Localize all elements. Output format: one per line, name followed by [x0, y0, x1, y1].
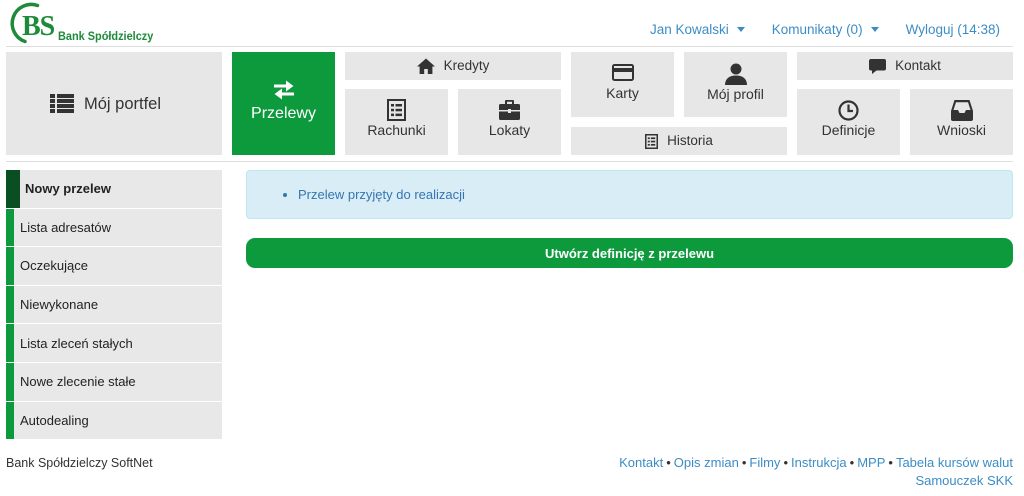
caret-down-icon: [870, 26, 879, 32]
nav-tile-definicje[interactable]: Definicje: [797, 89, 900, 155]
home-icon: [416, 58, 435, 74]
footer-links: Kontakt • Opis zmian • Filmy • Instrukcja • MPP •…: [619, 454, 1013, 490]
nav-tile-moj-portfel[interactable]: Mój portfel: [6, 52, 222, 155]
sidebar-item-marker: [6, 208, 14, 247]
nav-tile-label: Historia: [667, 133, 713, 148]
footer-links-line: Samouczek SKK: [619, 472, 1013, 490]
sidebar-item-nowy-przelew[interactable]: Nowy przelew: [6, 170, 222, 208]
footer-link-opis-zmian[interactable]: Opis zmian: [674, 455, 739, 470]
footer-link-tabela-kursow-walut[interactable]: Tabela kursów walut: [896, 455, 1013, 470]
nav-tile-moj-profil[interactable]: Mój profil: [684, 52, 787, 117]
nav-tile-label: Kredyty: [443, 58, 490, 73]
sidebar-item-marker: [6, 401, 14, 440]
nav-tile-label: Definicje: [821, 121, 876, 138]
user-icon: [724, 63, 747, 85]
sidebar-item-oczekujace[interactable]: Oczekujące: [6, 247, 222, 285]
sidebar-item-label: Lista adresatów: [20, 219, 112, 235]
inbox-icon: [950, 99, 973, 121]
comment-icon: [869, 58, 887, 74]
sidebar-item-label: Oczekujące: [20, 258, 88, 274]
footer-link-instrukcja[interactable]: Instrukcja: [791, 455, 847, 470]
nav-tile-historia[interactable]: Historia: [571, 127, 787, 155]
header-divider: [6, 46, 1013, 47]
footer-links-line: Kontakt • Opis zmian • Filmy • Instrukcja • MPP •…: [619, 454, 1013, 472]
nav-divider: [6, 161, 1013, 162]
footer-separator: •: [849, 455, 855, 470]
sidebar-item-niewykonane[interactable]: Niewykonane: [6, 285, 222, 324]
footer-link-mpp[interactable]: MPP: [857, 455, 885, 470]
nav-tile-kontakt[interactable]: Kontakt: [797, 52, 1013, 80]
sidebar-item-label: Nowy przelew: [25, 181, 111, 197]
list-alt-icon: [645, 133, 659, 149]
footer-separator: •: [888, 455, 893, 470]
nav-tile-kredyty[interactable]: Kredyty: [345, 52, 561, 80]
sidebar-item-label: Autodealing: [20, 412, 89, 428]
top-menu: Jan Kowalski Komunikaty (0) Wyloguj (14:…: [650, 20, 1000, 38]
sidebar-item-lista-zlecen-stalych[interactable]: Lista zleceń stałych: [6, 324, 222, 362]
sidebar-item-nowe-zlecenie-stale[interactable]: Nowe zlecenie stałe: [6, 362, 222, 401]
list-icon: [50, 94, 74, 113]
footer-link-samouczek-skk[interactable]: Samouczek SKK: [915, 473, 1013, 488]
nav-tile-label: Rachunki: [367, 122, 426, 138]
user-name: Jan Kowalski: [649, 21, 729, 37]
sidebar-item-autodealing[interactable]: Autodealing: [6, 401, 222, 440]
sidebar-item-marker: [6, 362, 14, 401]
nav-tile-label: Lokaty: [488, 121, 531, 138]
logout-link[interactable]: Wyloguj (14:38): [906, 22, 1000, 37]
nav-tile-label: Karty: [606, 84, 639, 101]
messages-label: Komunikaty (0): [771, 21, 863, 37]
footer-separator: •: [741, 455, 747, 470]
nav-tile-karty[interactable]: Karty: [571, 52, 674, 117]
footer-separator: •: [666, 455, 671, 470]
nav-tile-wnioski[interactable]: Wnioski: [910, 89, 1013, 155]
nav-tile-label: Mój portfel: [84, 94, 162, 113]
sidebar-item-label: Nowe zlecenie stałe: [20, 374, 136, 390]
nav-tile-label: Mój profil: [707, 85, 764, 102]
sidebar-item-marker: [6, 285, 14, 324]
sidebar-item-label: Niewykonane: [20, 297, 99, 313]
bank-logo[interactable]: BS Bank Spółdzielczy: [6, 0, 158, 46]
create-definition-button[interactable]: Utwórz definicję z przelewu: [246, 238, 1013, 268]
nav-tile-label: Wnioski: [936, 121, 986, 138]
footer-brand: Bank Spółdzielczy SoftNet: [6, 456, 153, 470]
clock-icon: [838, 99, 859, 121]
logo-mark: BS: [22, 11, 55, 42]
footer-separator: •: [783, 455, 788, 470]
alert-message-list: Przelew przyjęty do realizacji: [247, 187, 465, 203]
messages-menu[interactable]: Komunikaty (0): [772, 22, 879, 37]
sidebar-item-marker: [6, 170, 20, 208]
caret-down-icon: [736, 26, 745, 32]
sidebar: Nowy przelew Lista adresatów Oczekujące …: [6, 170, 222, 440]
nav-tile-przelewy[interactable]: Przelewy: [232, 52, 335, 155]
nav-tile-label: Kontakt: [895, 58, 941, 73]
credit-card-icon: [611, 63, 634, 81]
nav-tile-rachunki[interactable]: Rachunki: [345, 89, 448, 155]
transfer-icon: [273, 80, 294, 100]
list-alt-icon: [387, 99, 406, 121]
footer-link-kontakt[interactable]: Kontakt: [619, 455, 663, 470]
briefcase-icon: [499, 99, 520, 120]
footer-link-filmy[interactable]: Filmy: [749, 455, 780, 470]
sidebar-item-marker: [6, 324, 14, 362]
user-menu[interactable]: Jan Kowalski: [650, 22, 745, 37]
alert-message: Przelew przyjęty do realizacji: [298, 187, 465, 203]
sidebar-item-lista-adresatow[interactable]: Lista adresatów: [6, 208, 222, 247]
logo-bank-name: Bank Spółdzielczy: [58, 31, 154, 43]
sidebar-item-label: Lista zleceń stałych: [20, 335, 133, 351]
info-alert: Przelew przyjęty do realizacji: [246, 170, 1013, 219]
nav-tile-label: Przelewy: [251, 105, 316, 122]
sidebar-item-marker: [6, 247, 14, 285]
nav-tile-lokaty[interactable]: Lokaty: [458, 89, 561, 155]
